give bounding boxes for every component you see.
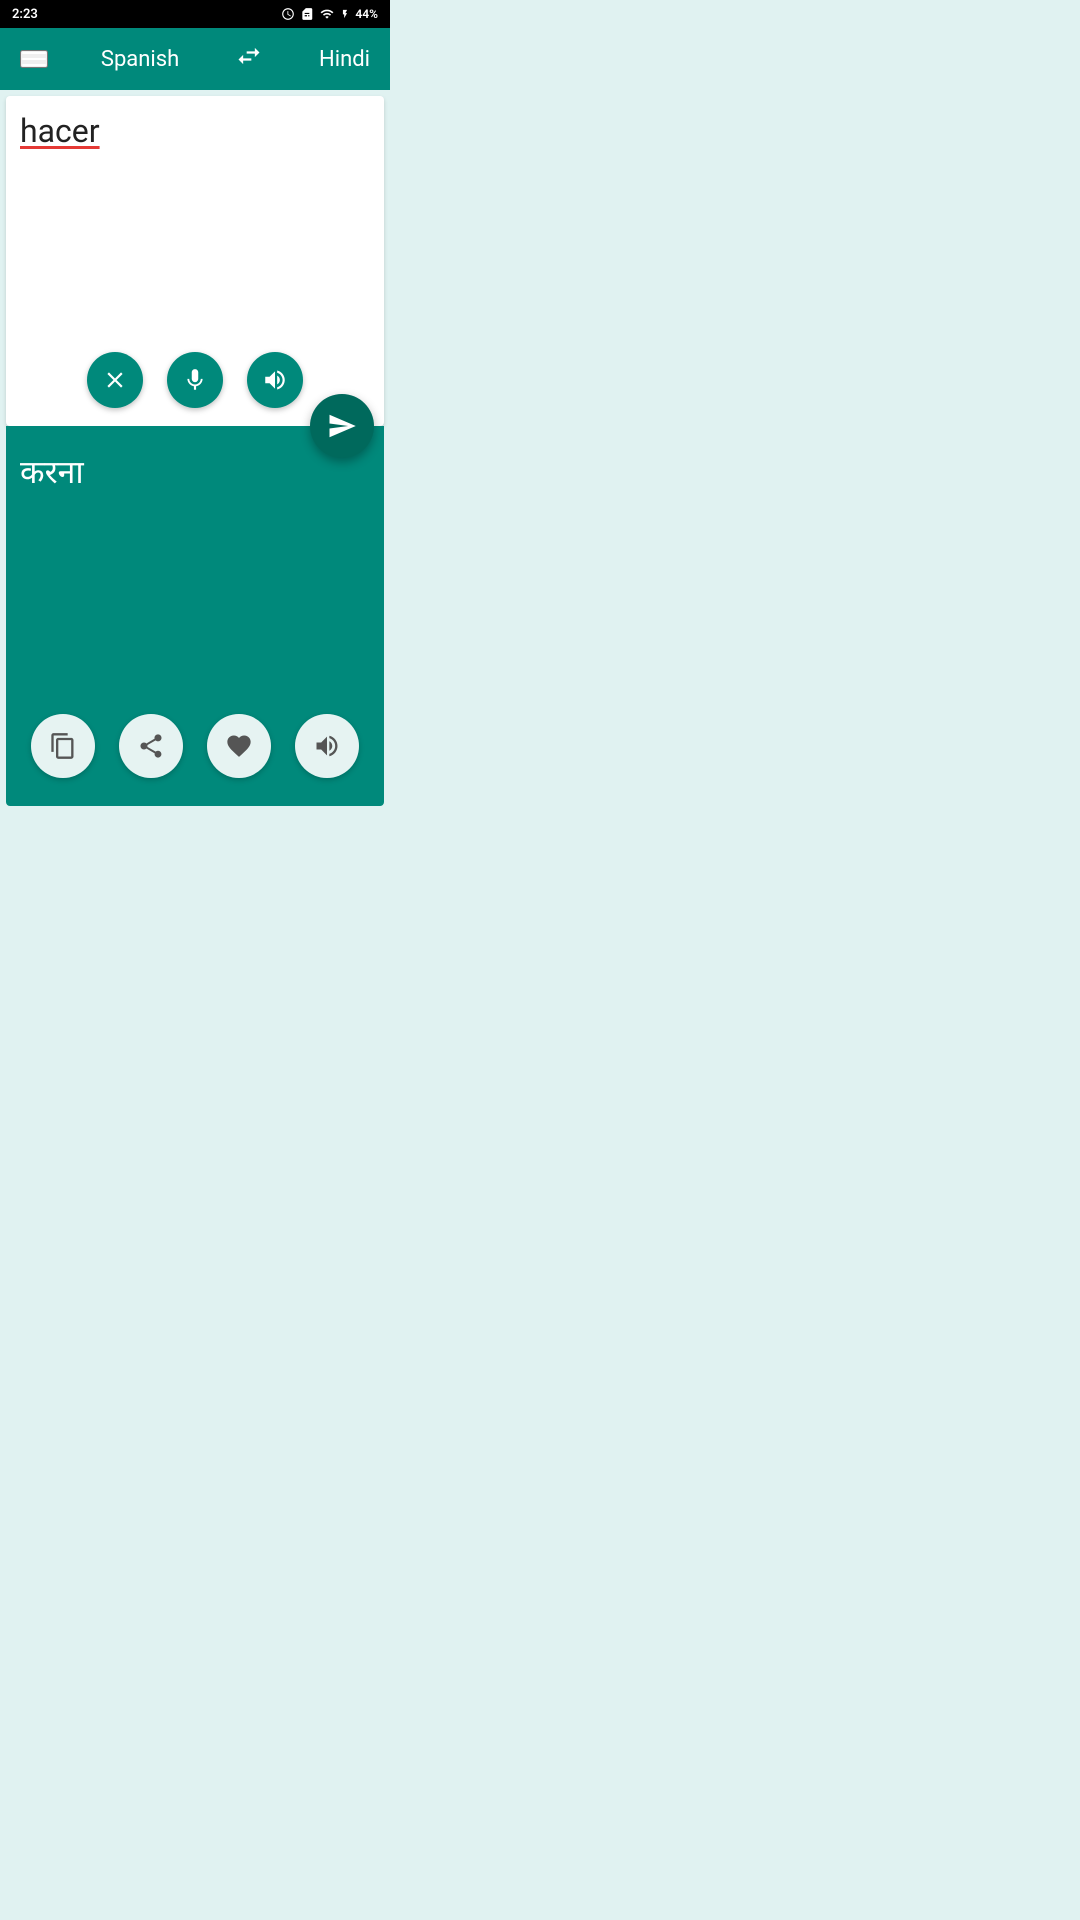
send-icon	[327, 411, 357, 441]
copy-button[interactable]	[31, 714, 95, 778]
menu-button[interactable]	[20, 50, 48, 68]
source-text[interactable]: hacer	[20, 112, 370, 336]
speak-output-button[interactable]	[295, 714, 359, 778]
output-panel: करना	[6, 426, 384, 806]
clear-button[interactable]	[87, 352, 143, 408]
signal-icon	[319, 7, 335, 21]
share-icon	[137, 732, 165, 760]
share-button[interactable]	[119, 714, 183, 778]
status-icons: 44%	[281, 7, 378, 21]
status-time: 2:23	[12, 7, 38, 22]
mic-button[interactable]	[167, 352, 223, 408]
speak-source-button[interactable]	[247, 352, 303, 408]
target-language[interactable]: Hindi	[319, 47, 370, 72]
translate-button[interactable]	[310, 394, 374, 458]
output-controls	[20, 714, 370, 786]
favorite-button[interactable]	[207, 714, 271, 778]
translated-text: करना	[20, 450, 370, 493]
battery-level: 44%	[355, 7, 378, 21]
status-bar: 2:23 44%	[0, 0, 390, 28]
alarm-icon	[281, 7, 295, 21]
source-language[interactable]: Spanish	[101, 47, 179, 72]
swap-icon	[232, 42, 266, 70]
heart-icon	[225, 732, 253, 760]
swap-languages-button[interactable]	[232, 42, 266, 77]
input-controls	[20, 352, 370, 412]
volume-output-icon	[313, 732, 341, 760]
clear-icon	[102, 367, 128, 393]
copy-icon	[49, 732, 77, 760]
sim-icon	[300, 7, 314, 21]
app-header: Spanish Hindi	[0, 28, 390, 90]
mic-icon	[182, 367, 208, 393]
charging-icon	[340, 7, 350, 21]
volume-source-icon	[262, 367, 288, 393]
input-panel: hacer	[6, 96, 384, 426]
